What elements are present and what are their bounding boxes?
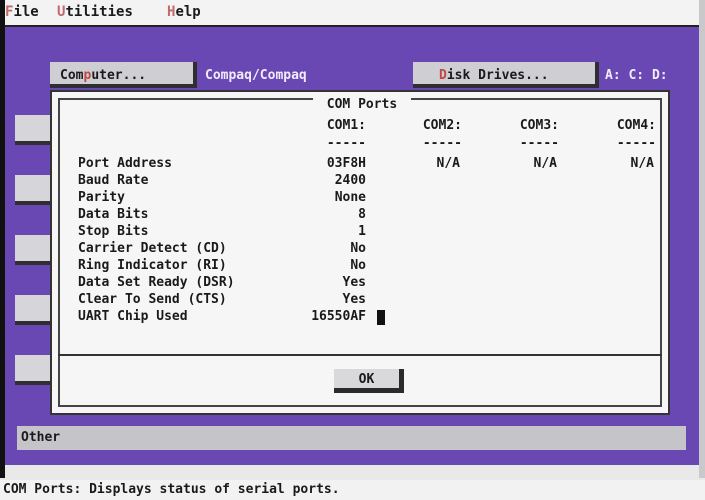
screen-bezel-right xyxy=(699,0,705,478)
row-label-uart-chip: UART Chip Used xyxy=(78,309,188,324)
value-port-address-com2: N/A xyxy=(436,156,460,171)
value-parity: None xyxy=(334,190,366,205)
value-data-bits: 8 xyxy=(358,207,366,222)
text-cursor xyxy=(377,310,385,325)
com-ports-dialog: COM Ports COM1: COM2: COM3: COM4: ----- … xyxy=(50,90,670,415)
value-uart-chip: 16550AF xyxy=(311,309,366,324)
row-label-ring-indicator: Ring Indicator (RI) xyxy=(78,258,227,273)
dialog-separator xyxy=(58,354,662,356)
row-label-data-set-ready: Data Set Ready (DSR) xyxy=(78,275,235,290)
menu-bar: File Utilities Help xyxy=(5,0,699,27)
dos-screen: File Utilities Help Computer... Compaq/C… xyxy=(0,0,705,500)
value-baud-rate: 2400 xyxy=(334,173,366,188)
disk-drives-button[interactable]: Disk Drives... xyxy=(413,62,599,88)
ok-button[interactable]: OK xyxy=(334,369,404,393)
column-header-com1: COM1: xyxy=(326,118,366,133)
computer-button[interactable]: Computer... xyxy=(50,62,197,88)
menu-file[interactable]: File xyxy=(5,4,39,20)
value-ring-indicator: No xyxy=(350,258,366,273)
column-header-com2: COM2: xyxy=(422,118,462,133)
menu-help[interactable]: Help xyxy=(167,4,201,20)
status-bar: COM Ports: Displays status of serial por… xyxy=(0,480,705,500)
menu-utilities[interactable]: Utilities xyxy=(57,4,133,20)
other-label: Other xyxy=(21,430,61,445)
value-port-address-com4: N/A xyxy=(630,156,654,171)
row-label-data-bits: Data Bits xyxy=(78,207,149,222)
column-underline: ----- xyxy=(519,136,559,151)
disk-drives-value: A: C: D: xyxy=(605,68,668,83)
value-port-address-com3: N/A xyxy=(533,156,557,171)
value-carrier-detect: No xyxy=(350,241,366,256)
row-label-stop-bits: Stop Bits xyxy=(78,224,149,239)
row-label-baud-rate: Baud Rate xyxy=(78,173,149,188)
row-label-port-address: Port Address xyxy=(78,156,172,171)
value-port-address-com1: 03F8H xyxy=(326,156,366,171)
value-stop-bits: 1 xyxy=(358,224,366,239)
status-text: COM Ports: Displays status of serial por… xyxy=(3,482,340,497)
dialog-title: COM Ports xyxy=(313,98,411,111)
column-underline: ----- xyxy=(422,136,462,151)
column-underline: ----- xyxy=(616,136,656,151)
other-field[interactable]: Other xyxy=(17,426,686,450)
value-data-set-ready: Yes xyxy=(342,275,366,290)
column-underline: ----- xyxy=(326,136,366,151)
column-header-com4: COM4: xyxy=(616,118,656,133)
computer-value: Compaq/Compaq xyxy=(205,68,307,83)
dialog-frame: COM Ports COM1: COM2: COM3: COM4: ----- … xyxy=(58,98,662,407)
row-label-clear-to-send: Clear To Send (CTS) xyxy=(78,292,227,307)
value-clear-to-send: Yes xyxy=(342,292,366,307)
row-label-parity: Parity xyxy=(78,190,125,205)
column-header-com3: COM3: xyxy=(519,118,559,133)
row-label-carrier-detect: Carrier Detect (CD) xyxy=(78,241,227,256)
